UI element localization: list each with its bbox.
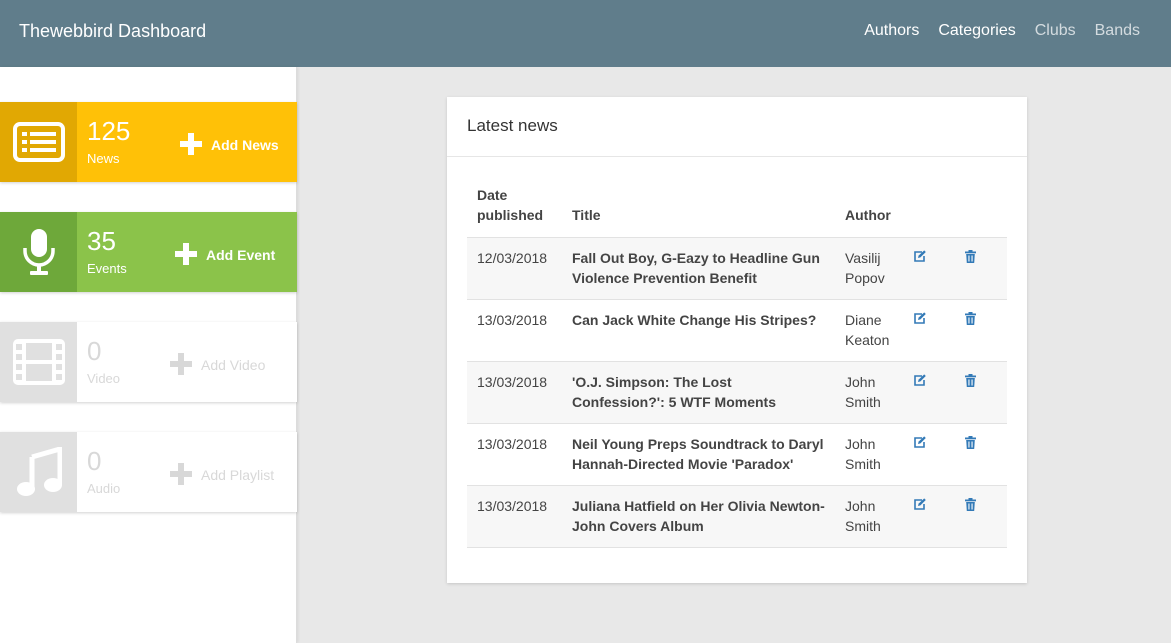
- add-video-label: Add Video: [201, 357, 266, 373]
- events-label: Events: [87, 261, 127, 276]
- row-date: 13/03/2018: [477, 374, 548, 390]
- add-playlist-label: Add Playlist: [201, 467, 275, 483]
- row-date: 12/03/2018: [477, 250, 548, 266]
- audio-label: Audio: [87, 481, 121, 496]
- add-news-label: Add News: [211, 137, 279, 153]
- row-author: John Smith: [845, 374, 881, 410]
- video-count: 0: [87, 336, 102, 366]
- audio-count: 0: [87, 446, 102, 476]
- row-author: John Smith: [845, 498, 881, 534]
- row-date: 13/03/2018: [477, 498, 548, 514]
- nav-categories[interactable]: Categories: [938, 22, 1015, 40]
- row-author: John Smith: [845, 436, 881, 472]
- events-tile: 35 Events Add Event: [0, 212, 297, 292]
- add-event-button[interactable]: Add Event: [175, 243, 276, 266]
- row-title[interactable]: 'O.J. Simpson: The Lost Confession?': 5 …: [562, 362, 835, 424]
- add-news-button[interactable]: Add News: [180, 133, 279, 156]
- table-row: 12/03/2018 Fall Out Boy, G-Eazy to Headli…: [467, 237, 1007, 300]
- row-title[interactable]: Fall Out Boy, G-Eazy to Headline Gun Vio…: [562, 238, 835, 300]
- plus-icon: [170, 353, 192, 375]
- trash-icon[interactable]: [965, 248, 976, 268]
- trash-icon[interactable]: [965, 496, 976, 516]
- row-title[interactable]: Can Jack White Change His Stripes?: [562, 300, 835, 362]
- column-header-date: Date published: [477, 187, 544, 223]
- table-header-row: Date published Title Author: [467, 175, 1007, 238]
- row-title[interactable]: Neil Young Preps Soundtrack to Daryl Han…: [562, 424, 835, 486]
- edit-icon[interactable]: [913, 496, 927, 516]
- top-navbar: Thewebbird Dashboard Authors Categories …: [0, 0, 1171, 67]
- sidebar: 125 News Add News 35 Events Add Event 0 …: [0, 67, 297, 643]
- row-author: Vasilij Popov: [845, 250, 885, 286]
- edit-icon[interactable]: [913, 434, 927, 454]
- latest-news-card: Latest news Date published Title Author …: [447, 97, 1027, 583]
- plus-icon: [180, 133, 202, 155]
- column-header-author: Author: [845, 207, 891, 223]
- news-table: Date published Title Author 12/03/2018 Fa…: [467, 175, 1007, 548]
- music-note-icon: [0, 432, 77, 512]
- column-header-title: Title: [572, 207, 601, 223]
- video-label: Video: [87, 371, 121, 386]
- audio-tile: 0 Audio Add Playlist: [0, 432, 297, 512]
- row-date: 13/03/2018: [477, 312, 548, 328]
- table-row: 13/03/2018 Juliana Hatfield on Her Olivia…: [467, 485, 1007, 548]
- news-tile: 125 News Add News: [0, 102, 297, 182]
- main-nav: Authors Categories Clubs Bands: [864, 22, 1140, 40]
- trash-icon[interactable]: [965, 372, 976, 392]
- row-date: 13/03/2018: [477, 436, 548, 452]
- row-title[interactable]: Juliana Hatfield on Her Olivia Newton-Jo…: [562, 486, 835, 548]
- brand-title[interactable]: Thewebbird Dashboard: [19, 21, 206, 42]
- trash-icon[interactable]: [965, 310, 976, 330]
- table-row: 13/03/2018 Can Jack White Change His Stri…: [467, 299, 1007, 362]
- edit-icon[interactable]: [913, 372, 927, 392]
- microphone-icon: [0, 212, 77, 292]
- add-video-button[interactable]: Add Video: [170, 353, 266, 376]
- add-playlist-button[interactable]: Add Playlist: [170, 463, 275, 486]
- edit-icon[interactable]: [913, 248, 927, 268]
- newspaper-icon: [0, 102, 77, 182]
- table-row: 13/03/2018 'O.J. Simpson: The Lost Confes…: [467, 361, 1007, 424]
- card-title: Latest news: [447, 97, 1027, 157]
- events-count: 35: [87, 226, 116, 256]
- film-icon: [0, 322, 77, 402]
- news-count: 125: [87, 116, 131, 146]
- nav-clubs[interactable]: Clubs: [1035, 22, 1076, 40]
- plus-icon: [175, 243, 197, 265]
- news-label: News: [87, 151, 120, 166]
- add-event-label: Add Event: [206, 247, 276, 263]
- nav-authors[interactable]: Authors: [864, 22, 919, 40]
- plus-icon: [170, 463, 192, 485]
- edit-icon[interactable]: [913, 310, 927, 330]
- table-row: 13/03/2018 Neil Young Preps Soundtrack to…: [467, 423, 1007, 486]
- video-tile: 0 Video Add Video: [0, 322, 297, 402]
- row-author: Diane Keaton: [845, 312, 890, 348]
- nav-bands[interactable]: Bands: [1095, 22, 1140, 40]
- trash-icon[interactable]: [965, 434, 976, 454]
